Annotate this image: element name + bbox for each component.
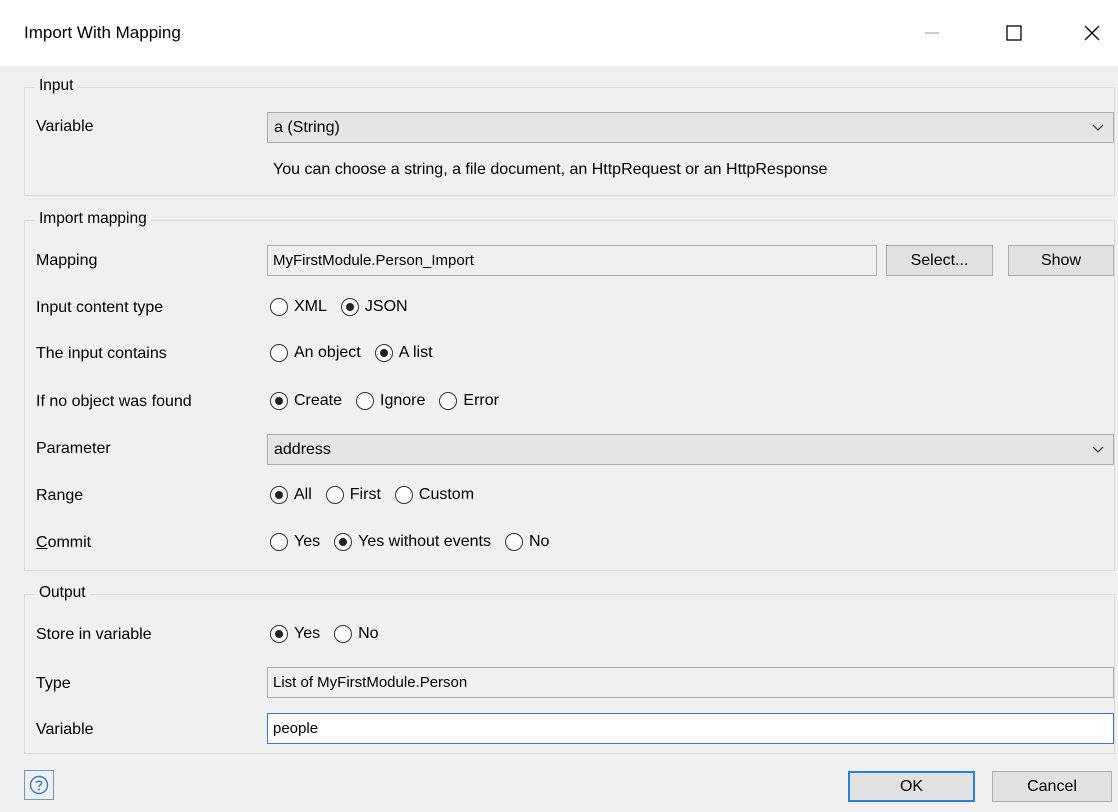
radio-all[interactable]: All bbox=[270, 486, 312, 504]
chevron-down-icon bbox=[1092, 446, 1104, 453]
radio-circle-selected bbox=[340, 298, 359, 316]
input-variable-value: a (String) bbox=[274, 119, 340, 136]
type-label: Type bbox=[36, 675, 71, 692]
radio-a-list[interactable]: A list bbox=[374, 344, 433, 362]
help-icon bbox=[29, 775, 49, 795]
type-value: List of MyFirstModule.Person bbox=[273, 674, 468, 691]
radio-circle-selected bbox=[270, 486, 288, 504]
maximize-button[interactable] bbox=[984, 0, 1044, 66]
mapping-field: MyFirstModule.Person_Import bbox=[267, 245, 877, 276]
ok-button[interactable]: OK bbox=[848, 771, 975, 802]
maximize-icon bbox=[1006, 25, 1022, 41]
radio-store-yes[interactable]: Yes bbox=[270, 625, 320, 643]
output-variable-value: people bbox=[273, 720, 319, 737]
radio-circle bbox=[504, 533, 523, 551]
range-radio-group: All First Custom bbox=[270, 483, 488, 507]
title-bar: Import With Mapping bbox=[0, 0, 1118, 66]
parameter-value: address bbox=[274, 441, 331, 458]
chevron-down-icon bbox=[1092, 124, 1104, 131]
radio-circle bbox=[270, 533, 288, 551]
radio-circle-selected bbox=[334, 533, 353, 551]
radio-an-object[interactable]: An object bbox=[270, 344, 361, 362]
input-variable-select[interactable]: a (String) bbox=[267, 112, 1114, 143]
radio-circle-selected bbox=[374, 344, 393, 362]
radio-circle bbox=[439, 392, 458, 410]
radio-circle bbox=[394, 486, 413, 504]
commit-radio-group: Yes Yes without events No bbox=[270, 530, 563, 554]
radio-commit-yes[interactable]: Yes bbox=[270, 533, 320, 551]
parameter-label: Parameter bbox=[36, 440, 111, 457]
content-type-label: Input content type bbox=[36, 299, 164, 316]
range-label: Range bbox=[36, 487, 84, 504]
output-variable-label: Variable bbox=[36, 721, 94, 738]
output-variable-input[interactable]: people bbox=[267, 713, 1114, 744]
radio-circle-selected bbox=[270, 625, 288, 643]
commit-label: Commit bbox=[36, 534, 92, 551]
radio-circle bbox=[356, 392, 375, 410]
radio-first[interactable]: First bbox=[325, 486, 381, 504]
cancel-button[interactable]: Cancel bbox=[992, 771, 1112, 802]
store-in-variable-label: Store in variable bbox=[36, 626, 152, 643]
radio-store-no[interactable]: No bbox=[334, 625, 379, 643]
minimize-button[interactable] bbox=[902, 0, 962, 66]
import-mapping-group-label: Import mapping bbox=[35, 210, 151, 228]
radio-circle bbox=[270, 344, 288, 362]
content-type-radio-group: XML JSON bbox=[270, 295, 422, 319]
radio-circle-selected bbox=[270, 392, 288, 410]
close-button[interactable] bbox=[1062, 0, 1118, 66]
minimize-icon bbox=[925, 32, 939, 34]
radio-ignore[interactable]: Ignore bbox=[356, 392, 425, 410]
type-field: List of MyFirstModule.Person bbox=[267, 667, 1114, 698]
input-contains-label: The input contains bbox=[36, 345, 167, 362]
parameter-select[interactable]: address bbox=[267, 434, 1114, 465]
radio-json[interactable]: JSON bbox=[340, 298, 408, 316]
radio-commit-no[interactable]: No bbox=[504, 533, 549, 551]
close-icon bbox=[1084, 25, 1100, 41]
input-variable-label: Variable bbox=[36, 118, 94, 135]
store-radio-group: Yes No bbox=[270, 622, 393, 646]
not-found-radio-group: Create Ignore Error bbox=[270, 389, 513, 413]
window-title: Import With Mapping bbox=[24, 23, 181, 42]
radio-circle bbox=[334, 625, 353, 643]
input-group-label: Input bbox=[35, 77, 78, 95]
radio-xml[interactable]: XML bbox=[270, 298, 327, 316]
radio-commit-yes-without-events[interactable]: Yes without events bbox=[334, 533, 491, 551]
output-group-label: Output bbox=[35, 584, 90, 602]
input-contains-radio-group: An object A list bbox=[270, 341, 447, 365]
select-button[interactable]: Select... bbox=[886, 245, 993, 276]
not-found-label: If no object was found bbox=[36, 393, 192, 410]
radio-custom[interactable]: Custom bbox=[394, 486, 474, 504]
input-hint: You can choose a string, a file document… bbox=[273, 161, 828, 178]
radio-circle bbox=[325, 486, 344, 504]
show-button[interactable]: Show bbox=[1008, 245, 1114, 276]
radio-create[interactable]: Create bbox=[270, 392, 342, 410]
mapping-label: Mapping bbox=[36, 252, 98, 269]
mapping-value: MyFirstModule.Person_Import bbox=[273, 252, 474, 269]
radio-circle bbox=[270, 298, 288, 316]
help-button[interactable] bbox=[24, 770, 54, 800]
radio-error[interactable]: Error bbox=[439, 392, 499, 410]
